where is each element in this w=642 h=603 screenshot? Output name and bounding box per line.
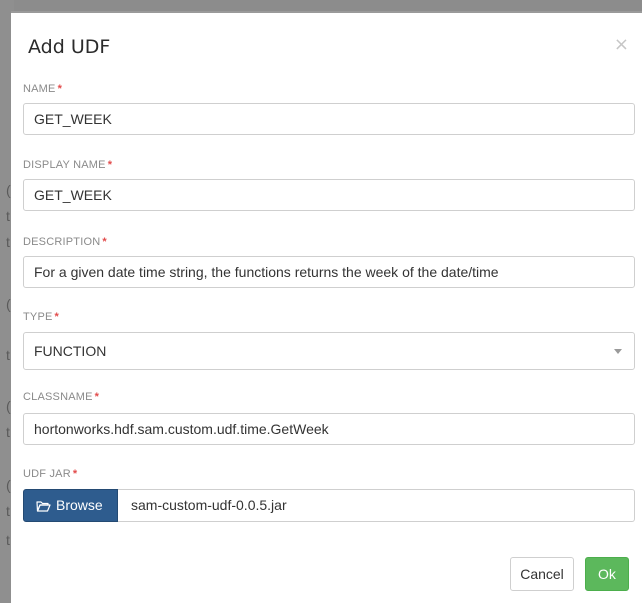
description-label-text: DESCRIPTION [23,236,101,248]
udf-jar-label: UDF JAR * [23,468,77,480]
browse-button[interactable]: Browse [23,489,118,522]
backdrop-text: t [6,234,10,250]
description-input[interactable]: For a given date time string, the functi… [23,256,635,288]
add-udf-dialog: Add UDF × NAME * GET_WEEK DISPLAY NAME * G… [11,11,642,603]
backdrop-text: t [6,208,10,224]
required-marker: * [102,236,107,248]
display-name-input[interactable]: GET_WEEK [23,179,635,211]
required-marker: * [54,311,60,323]
backdrop-text: ( [6,398,11,414]
cancel-button[interactable]: Cancel [510,557,574,591]
type-selected-value: FUNCTION [34,343,107,359]
classname-label: CLASSNAME * [23,391,99,403]
folder-open-icon [36,501,51,512]
backdrop-text: t [6,532,10,548]
name-input[interactable]: GET_WEEK [23,103,635,135]
required-marker: * [94,391,100,403]
backdrop-text: ( [6,477,11,493]
backdrop-text: ( [6,296,11,312]
chevron-down-icon [614,349,622,354]
classname-label-text: CLASSNAME [23,391,93,403]
name-label: NAME * [23,83,62,95]
type-select[interactable]: FUNCTION [23,332,635,370]
browse-label: Browse [56,497,103,513]
backdrop-text: t [6,503,10,519]
required-marker: * [57,83,63,95]
display-name-label: DISPLAY NAME * [23,159,112,171]
display-name-label-text: DISPLAY NAME [23,159,106,171]
ok-button[interactable]: Ok [585,557,629,591]
description-label: DESCRIPTION * [23,236,107,248]
backdrop-text: t [6,347,10,363]
backdrop-text: t [6,424,10,440]
jar-file-name[interactable]: sam-custom-udf-0.0.5.jar [118,489,635,522]
dialog-title: Add UDF [28,36,111,58]
required-marker: * [72,468,78,480]
name-label-text: NAME [23,83,56,95]
classname-input[interactable]: hortonworks.hdf.sam.custom.udf.time.GetW… [23,413,635,445]
type-label-text: TYPE [23,311,53,323]
udf-jar-label-text: UDF JAR [23,468,71,480]
close-icon[interactable]: × [614,36,629,54]
type-label: TYPE * [23,311,59,323]
backdrop-text: ( [6,182,11,198]
required-marker: * [107,159,113,171]
